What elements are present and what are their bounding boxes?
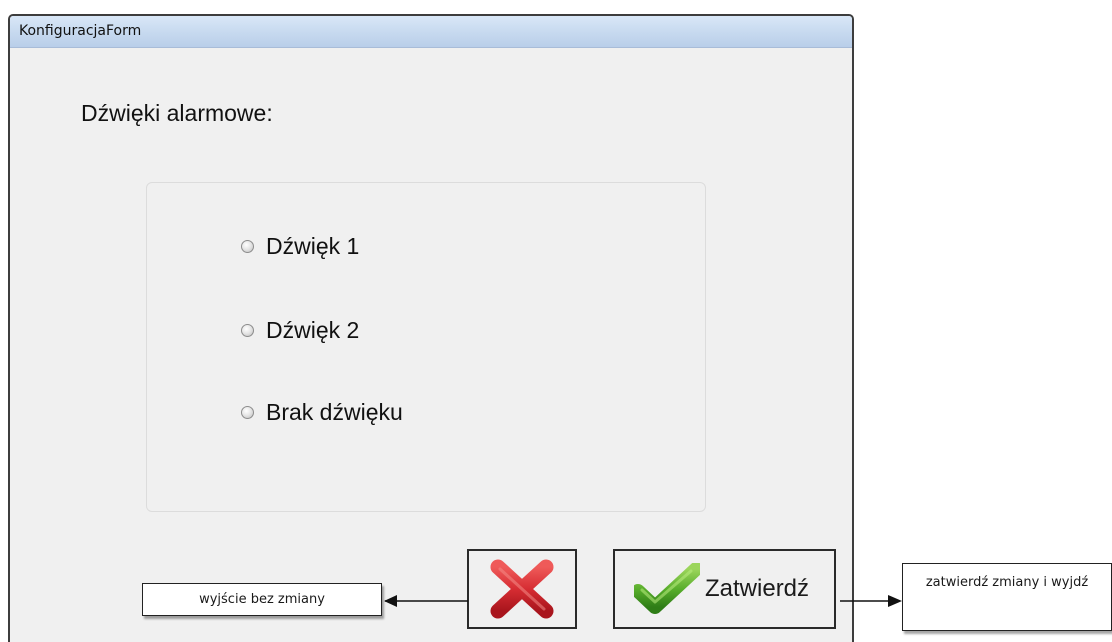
sound-option-2[interactable]: Dźwięk 2	[241, 315, 359, 345]
sound-option-1-label: Dźwięk 1	[266, 232, 360, 259]
sound-option-1-radio[interactable]	[241, 239, 254, 253]
window-titlebar[interactable]: KonfiguracjaForm	[10, 16, 852, 48]
close-icon	[490, 559, 554, 619]
sound-option-2-radio[interactable]	[241, 323, 254, 337]
no-sound-option-radio[interactable]	[241, 405, 254, 419]
configuration-window: KonfiguracjaForm Dźwięki alarmowe: Dźwię…	[8, 14, 854, 642]
confirm-annotation: zatwierdź zmiany i wyjdź	[902, 563, 1112, 631]
confirm-button[interactable]: Zatwierdź	[613, 549, 836, 629]
confirm-icon-container	[633, 563, 701, 615]
sound-option-1[interactable]: Dźwięk 1	[241, 231, 359, 261]
confirm-button-label: Zatwierdź	[705, 575, 810, 602]
cancel-annotation: wyjście bez zmiany	[142, 583, 382, 616]
cancel-button[interactable]	[467, 549, 577, 629]
alarm-sounds-heading: Dźwięki alarmowe:	[81, 100, 273, 126]
no-sound-option-label: Brak dźwięku	[266, 398, 403, 425]
diagram-page: KonfiguracjaForm Dźwięki alarmowe: Dźwię…	[0, 0, 1112, 642]
window-title: KonfiguracjaForm	[19, 23, 142, 39]
cancel-annotation-arrow	[384, 595, 468, 607]
sound-options-group: Dźwięk 1 Dźwięk 2 Brak dźwięku	[146, 182, 706, 512]
sound-option-2-label: Dźwięk 2	[266, 316, 360, 343]
no-sound-option[interactable]: Brak dźwięku	[241, 397, 403, 427]
checkmark-icon	[634, 563, 700, 614]
confirm-annotation-arrow	[840, 595, 902, 607]
